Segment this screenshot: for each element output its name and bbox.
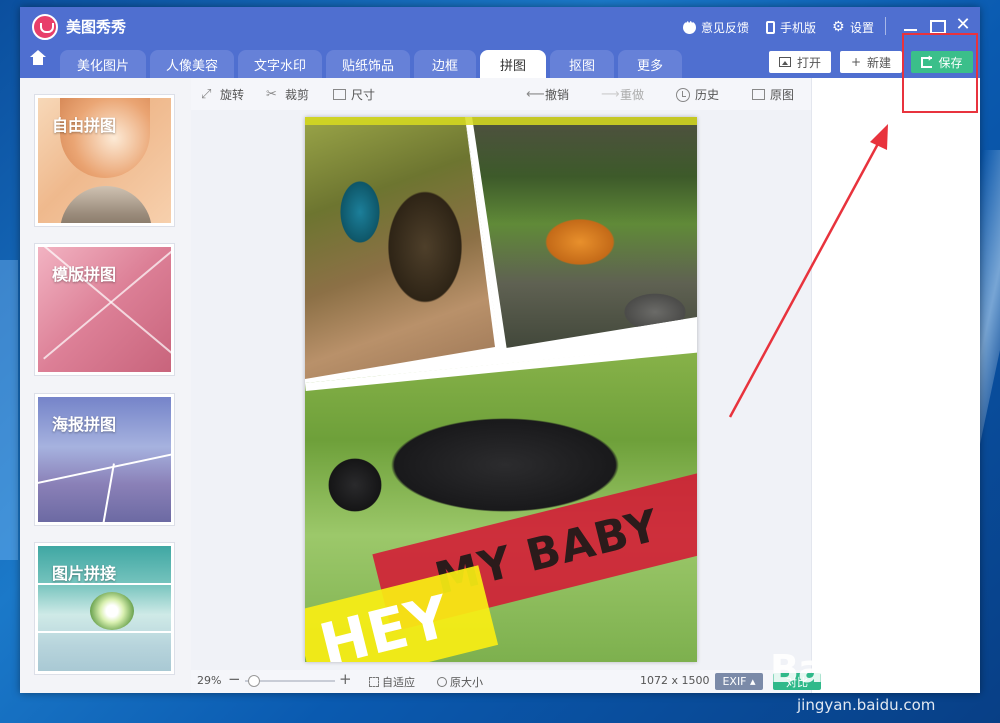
arrow-head — [870, 124, 888, 150]
baidu-watermark: Baidu经验 jingyan.baidu.com — [765, 612, 995, 717]
watermark-text: Baidu经验 — [770, 647, 962, 691]
watermark-url: jingyan.baidu.com — [797, 696, 936, 714]
arrow-shaft — [728, 139, 882, 418]
